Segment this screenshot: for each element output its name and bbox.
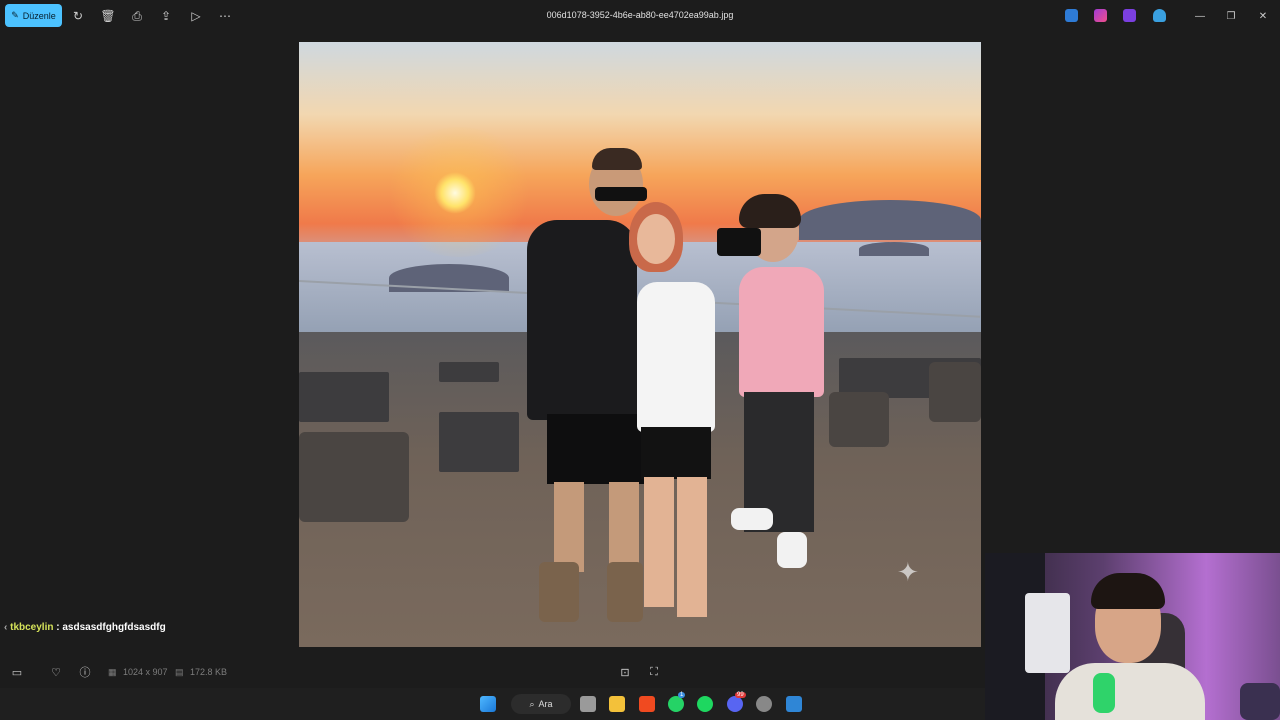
whatsapp-badge: 1 — [678, 692, 686, 698]
app-tray-icon-3[interactable] — [1123, 9, 1136, 22]
obs-icon[interactable] — [756, 696, 772, 712]
photos-app-icon[interactable] — [786, 696, 802, 712]
photo-table — [439, 412, 519, 472]
bottom-bar: ▭ ♡ ⓘ ▦ 1024 x 907 ▤ 172.8 KB ⊡ ⛶ — [0, 660, 985, 684]
discord-badge: 99 — [735, 692, 746, 698]
filmstrip-icon[interactable]: ▭ — [9, 664, 25, 680]
discord-icon[interactable] — [727, 696, 743, 712]
info-icon[interactable]: ⓘ — [77, 664, 93, 680]
whatsapp-icon[interactable] — [668, 696, 684, 712]
photo-sun — [434, 172, 476, 214]
photo-chair — [829, 392, 889, 447]
cloud-icon[interactable] — [1153, 9, 1166, 22]
image-dimensions: 1024 x 907 — [123, 667, 168, 677]
photo: ✦ — [299, 42, 981, 647]
search-label: Ara — [538, 699, 553, 709]
chevron-left-icon: ‹ — [4, 622, 8, 633]
brave-browser-icon[interactable] — [639, 696, 655, 712]
photo-table — [439, 362, 499, 382]
search-icon: ⌕ — [529, 698, 535, 709]
file-size: 172.8 KB — [190, 667, 228, 677]
windows-start-icon[interactable] — [480, 696, 496, 712]
webcam-overlay — [985, 553, 1280, 720]
crop-icon[interactable]: ⛶ — [646, 664, 662, 680]
chat-message: ‹ tkbceylin : asdsasdfghgfdsasdfg — [4, 622, 166, 633]
photo-chair — [299, 432, 409, 522]
app-tray-icon-1[interactable] — [1065, 9, 1078, 22]
maximize-icon[interactable]: ❐ — [1223, 8, 1239, 24]
chat-text: asdsasdfghgfdsasdfg — [62, 622, 166, 633]
file-size-icon: ▤ — [175, 667, 184, 677]
taskbar: ⌕ Ara 1 99 — [0, 688, 985, 720]
zoom-fit-icon[interactable]: ⊡ — [617, 664, 633, 680]
file-name: 006d1078-3952-4b6e-ab80-ee4702ea99ab.jpg — [546, 10, 734, 20]
task-view-icon[interactable] — [580, 696, 596, 712]
taskbar-search[interactable]: ⌕ Ara — [511, 694, 571, 714]
photo-mountain — [799, 200, 981, 240]
dimensions-icon: ▦ — [108, 667, 117, 677]
photo-table — [299, 372, 389, 422]
app-tray-icon-2[interactable] — [1094, 9, 1107, 22]
photo-island-2 — [859, 242, 929, 256]
photo-chair — [929, 362, 981, 422]
heart-icon[interactable]: ♡ — [48, 664, 64, 680]
file-explorer-icon[interactable] — [609, 696, 625, 712]
close-icon[interactable]: ✕ — [1255, 8, 1271, 24]
minimize-icon[interactable]: — — [1192, 8, 1208, 24]
sparkle-icon: ✦ — [897, 557, 919, 587]
chat-username: tkbceylin — [10, 622, 54, 633]
title-bar: ✎ Düzenle ↻ 🗑 ⎙ ⇪ ▷ ⋯ 006d1078-3952-4b6e… — [0, 0, 1280, 32]
spotify-icon[interactable] — [697, 696, 713, 712]
